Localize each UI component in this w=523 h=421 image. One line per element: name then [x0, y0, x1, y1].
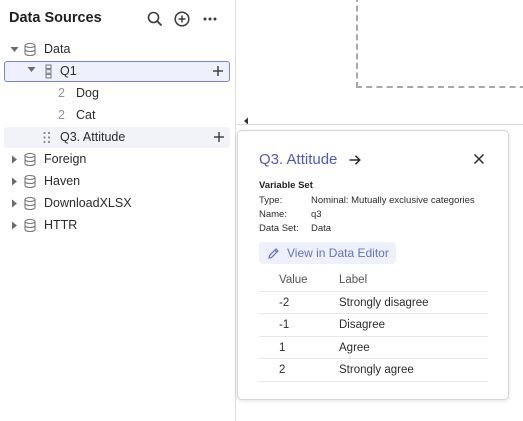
table-row: -1 Disagree: [259, 314, 488, 337]
header-label: Label: [339, 274, 368, 286]
view-in-data-editor-button[interactable]: View in Data Editor: [259, 242, 396, 264]
tree-item-cat[interactable]: 2 Cat: [4, 105, 230, 126]
header-value: Value: [279, 274, 308, 286]
table-header: Value Label: [259, 269, 488, 292]
page-placeholder: [356, 0, 523, 88]
chevron-right-icon[interactable]: [9, 149, 19, 170]
database-icon: [23, 152, 37, 167]
cell-value: 1: [279, 341, 286, 354]
cell-label: Strongly agree: [339, 364, 414, 376]
table-row: -2 Strongly disagree: [259, 292, 488, 314]
more-icon[interactable]: [200, 9, 220, 29]
tree-item-label: Q3. Attitude: [60, 130, 126, 144]
tree-item-httr[interactable]: HTTR: [4, 215, 230, 236]
dataset-value: Data: [311, 223, 332, 234]
table-row: 1 Agree: [259, 337, 488, 359]
panel-header: Data Sources: [0, 0, 236, 38]
panel-title: Data Sources: [9, 10, 102, 26]
tree-item-label: Data: [44, 42, 71, 56]
database-icon: [23, 218, 37, 233]
popover-subheading: Variable Set: [259, 180, 313, 191]
cell-value: 2: [279, 364, 286, 376]
search-icon[interactable]: [145, 9, 165, 29]
chevron-right-icon[interactable]: [9, 215, 19, 236]
cell-label: Disagree: [339, 319, 386, 331]
tree-item-label: Dog: [76, 86, 99, 100]
arrow-right-icon[interactable]: [348, 153, 362, 167]
tree-item-foreign[interactable]: Foreign: [4, 149, 230, 170]
variable-set-icon: [42, 64, 56, 79]
pencil-icon: [267, 247, 280, 260]
tree-item-dog[interactable]: 2 Dog: [4, 83, 230, 104]
type-value: Nominal: Mutually exclusive categories: [311, 195, 475, 206]
chevron-right-icon[interactable]: [9, 193, 19, 214]
tree-item-label: Haven: [44, 174, 81, 188]
name-value: q3: [311, 209, 322, 220]
dataset-key: Data Set:: [259, 223, 299, 234]
tree-item-data[interactable]: Data: [4, 39, 230, 60]
view-button-label: View in Data Editor: [287, 246, 389, 260]
database-icon: [23, 174, 37, 189]
table-row: 2 Strongly agree: [259, 359, 488, 382]
collapse-left-icon[interactable]: [242, 113, 250, 125]
tree-item-downloadxlsx[interactable]: DownloadXLSX: [4, 193, 230, 214]
tree-item-q3[interactable]: Q3. Attitude: [4, 127, 230, 148]
cell-label: Strongly disagree: [339, 296, 429, 309]
chevron-right-icon[interactable]: [9, 171, 19, 192]
cell-value: -1: [279, 319, 290, 331]
tree-item-label: DownloadXLSX: [44, 196, 132, 210]
tree-item-label: Foreign: [44, 152, 87, 166]
tree-item-label: Cat: [76, 108, 96, 122]
values-table: Value Label -2 Strongly disagree -1 Disa…: [259, 269, 488, 382]
tree-item-haven[interactable]: Haven: [4, 171, 230, 192]
chevron-down-icon[interactable]: [26, 62, 36, 83]
divider: [237, 124, 523, 125]
cell-label: Agree: [339, 341, 370, 354]
tree-item-q1[interactable]: Q1: [4, 61, 230, 82]
add-icon[interactable]: [212, 127, 226, 148]
chevron-down-icon[interactable]: [9, 39, 19, 60]
database-icon: [23, 42, 37, 57]
data-sources-panel: Data Sources Data Q1 2 Dog 2 Cat Q3. Att…: [0, 0, 236, 421]
name-key: Name:: [259, 209, 287, 220]
add-icon[interactable]: [211, 62, 225, 83]
tree-item-label: Q1: [60, 64, 77, 78]
drag-handle-icon[interactable]: [40, 130, 54, 145]
tree-item-label: HTTR: [44, 218, 78, 232]
numeric-icon: 2: [58, 108, 65, 122]
numeric-icon: 2: [58, 86, 65, 100]
cell-value: -2: [279, 296, 290, 309]
variable-info-popover: Q3. Attitude Variable Set Type: Nominal:…: [237, 130, 509, 400]
type-key: Type:: [259, 195, 283, 206]
popover-title[interactable]: Q3. Attitude: [259, 151, 337, 168]
close-icon[interactable]: [472, 152, 486, 166]
database-icon: [23, 196, 37, 211]
add-circle-icon[interactable]: [172, 9, 192, 29]
